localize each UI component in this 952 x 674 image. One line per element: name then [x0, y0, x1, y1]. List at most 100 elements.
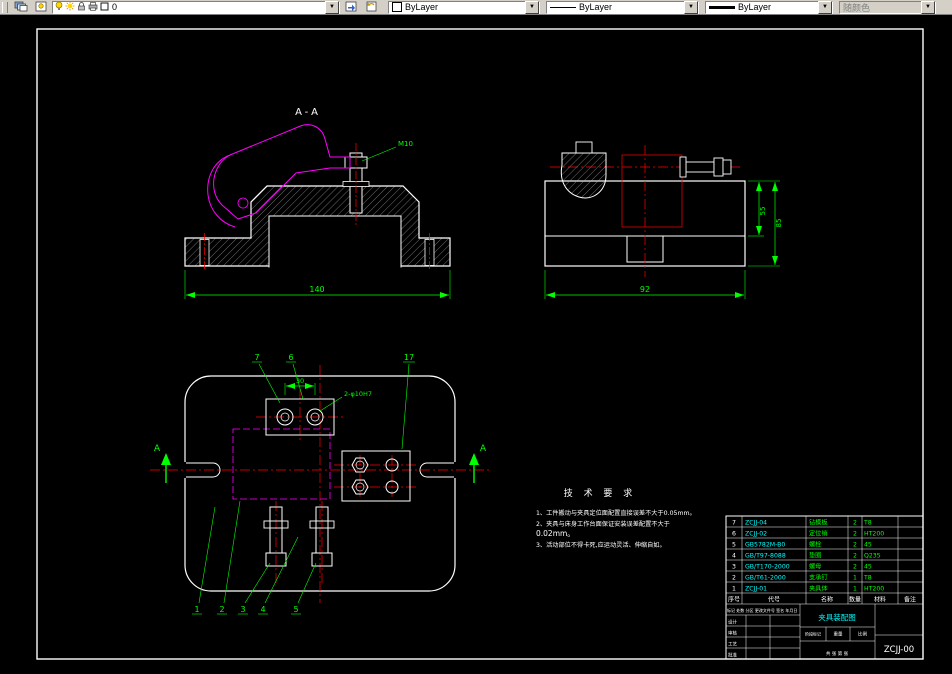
balloon-numbers: 1 2 3 4 5 7 6 17: [194, 353, 414, 614]
plan-centerlines: [150, 365, 492, 603]
side-inner-red-rect: [621, 154, 683, 228]
bom-header-remark: 备注: [904, 596, 916, 604]
front-section-view: A-A 140 M10: [184, 107, 451, 299]
layers-icon: [14, 0, 28, 15]
bom-cell: 7: [732, 520, 736, 527]
lineweight-dropdown[interactable]: ByLayer ▼: [705, 0, 833, 14]
bolt-leader: [361, 146, 397, 162]
cad-drawing[interactable]: A-A 140 M10 55 85 92 A A 30 2-φ10H7 1 2 …: [0, 15, 952, 674]
section-view-label: A-A: [295, 107, 321, 118]
bom-cell: 2: [853, 564, 857, 571]
workpiece-phantom: [232, 428, 331, 500]
bom-headers: 序号 代号 名称 数量 材料 备注: [728, 596, 916, 604]
design-label: 设计: [728, 619, 737, 626]
object-properties-toolbar: 0 ▼ ByLayer ▼ ByLayer ▼ ByLayer ▼ 随颜色 ▼: [0, 0, 952, 15]
approve-label: 批准: [728, 652, 737, 659]
linetype-dropdown[interactable]: ByLayer ▼: [546, 0, 699, 14]
printer-icon: [88, 1, 98, 13]
section-label-left: A: [154, 444, 161, 454]
tech-line-2: 2、夹具与床身工作台面保证安装误差配置不大于: [536, 520, 670, 528]
layer-color-chip: [100, 2, 109, 13]
section-label-right: A: [480, 444, 487, 454]
balloon-7: 7: [254, 353, 259, 362]
title-block: 标记 处数 分区 更改文件号 签名 年月日 设计 审核 工艺 批准 夹具装配图 …: [726, 604, 923, 659]
drawing-name: 夹具装配图: [818, 612, 856, 622]
bom-cell: 2: [853, 542, 857, 549]
bom-cell: T8: [863, 575, 872, 582]
tech-line-4: 3、活动部位不得卡死,应运动灵活、伸缩自如。: [536, 541, 666, 549]
bom-cell: 1: [732, 586, 736, 593]
chevron-down-icon[interactable]: ▼: [525, 0, 539, 14]
sheet-info: 共 张 第 张: [826, 650, 849, 657]
chevron-down-icon: ▼: [921, 0, 935, 14]
scale-label: 比例: [858, 631, 867, 638]
side-clamp-bolt: [575, 141, 593, 154]
balloon-6: 6: [288, 353, 293, 362]
bom-cell: 垫圈: [809, 552, 821, 560]
section-arrowhead-right: [469, 453, 479, 465]
bulb-icon: [55, 1, 63, 13]
layer-tools-button[interactable]: [32, 0, 50, 15]
layer-dropdown[interactable]: 0 ▼: [52, 0, 340, 14]
bom-cell: 1: [853, 575, 857, 582]
linetype-sample-icon: [550, 6, 576, 8]
balloon-17: 17: [404, 353, 414, 362]
layer-sheet-icon: [34, 0, 48, 15]
drawing-number: ZCJJ-00: [884, 645, 914, 655]
color-value: ByLayer: [405, 2, 439, 12]
holes-dim: 2-φ10H7: [344, 390, 372, 398]
bom-header-name: 名称: [821, 596, 833, 604]
side-h2-dim: 85: [775, 219, 783, 228]
bom-cell: 4: [732, 553, 736, 560]
bom-cell: 45: [864, 542, 872, 549]
clamp-hook-phantom: [207, 154, 236, 228]
layer-previous-icon: [364, 0, 378, 15]
bom-cell: 2: [853, 553, 857, 560]
lock-icon: [77, 1, 86, 13]
tech-requirements: 技 术 要 求 1、工件搬动与夹具定位面配置直接误差不大于0.05mm。 2、夹…: [536, 487, 696, 549]
front-width-dim: 140: [309, 285, 324, 294]
bom-cell: GB/T61-2000: [745, 575, 786, 582]
tech-line-3: 0.02mm。: [536, 529, 575, 538]
bom-cell: GB5782M-B0: [745, 542, 785, 549]
balloon-4: 4: [260, 605, 265, 614]
bom-cell: GB/T170-2000: [745, 564, 790, 571]
color-dropdown[interactable]: ByLayer ▼: [388, 0, 540, 14]
chevron-down-icon[interactable]: ▼: [818, 0, 832, 14]
plan-view: A A 30 2-φ10H7 1 2 3 4 5 7 6 17: [150, 353, 492, 615]
balloon-5: 5: [293, 605, 298, 614]
side-nut-2: [722, 159, 732, 175]
bom-cell: ZCJJ-02: [745, 531, 767, 538]
chevron-down-icon[interactable]: ▼: [684, 0, 698, 14]
check-label: 审核: [728, 630, 737, 637]
bom-cell: T8: [863, 520, 872, 527]
bom-cell: 5: [732, 542, 736, 549]
chevron-down-icon[interactable]: ▼: [325, 0, 339, 14]
toolbar-grip[interactable]: [2, 1, 8, 13]
make-layer-current-button[interactable]: [342, 0, 360, 14]
bom-cell: 钻模板: [809, 519, 828, 527]
revision-row-labels: 标记 处数 分区 更改文件号 签名 年月日: [727, 607, 797, 613]
side-washer: [679, 156, 687, 178]
layer-properties-button[interactable]: [12, 0, 30, 15]
layer-previous-button[interactable]: [362, 0, 380, 15]
plot-style-value: 随颜色: [843, 2, 871, 13]
bom-cell: 2: [853, 520, 857, 527]
layer-name: 0: [112, 2, 118, 12]
bom-cell: 6: [732, 531, 736, 538]
bom-cell: HT200: [864, 586, 884, 593]
drawing-frame: [36, 28, 924, 660]
bom-cell: 螺母: [809, 563, 821, 571]
bom-header-mat: 材料: [874, 596, 886, 604]
tech-title: 技 术 要 求: [564, 487, 637, 499]
model-space-canvas[interactable]: A-A 140 M10 55 85 92 A A 30 2-φ10H7 1 2 …: [0, 15, 952, 674]
color-swatch-icon: [392, 2, 402, 12]
bom-table: 序号 代号 名称 数量 材料 备注 7 ZCJJ-04 钻模板 2 T8 6 Z…: [725, 515, 924, 660]
bom-cell: 45: [864, 564, 872, 571]
bom-cell: 支承钉: [809, 574, 828, 582]
balloon-leaders: [192, 361, 415, 615]
bom-header-no: 序号: [728, 596, 740, 604]
bom-cell: 1: [853, 586, 857, 593]
side-stud: [685, 161, 715, 173]
bom-cell: GB/T97-8088: [745, 553, 786, 560]
